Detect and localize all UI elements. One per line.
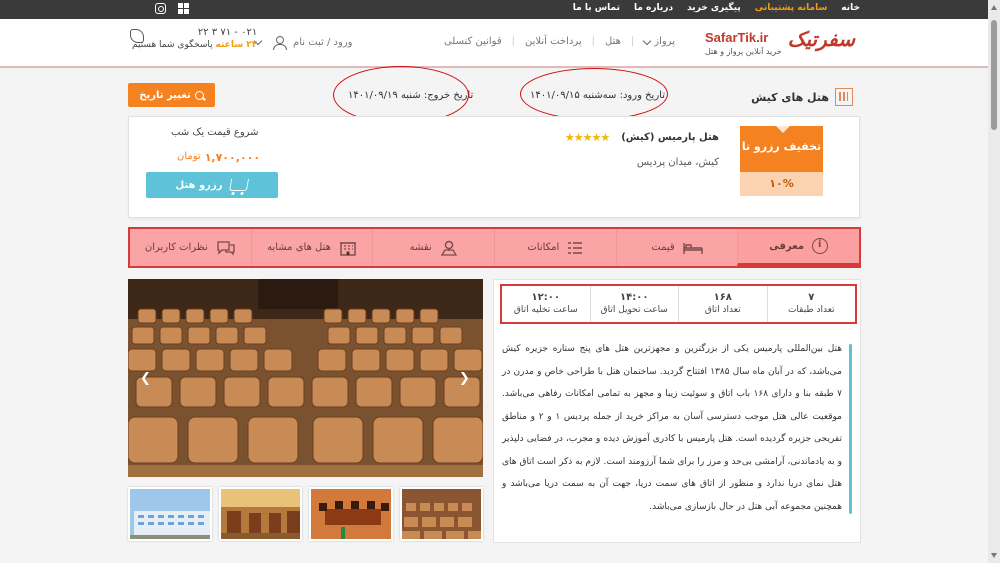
conference-hall-photo xyxy=(128,279,483,477)
logo-tagline: خرید آنلاین پرواز و هتل xyxy=(705,47,782,56)
tab-map[interactable]: نقشه xyxy=(372,229,494,266)
phone-icon xyxy=(130,29,144,43)
building-icon xyxy=(339,241,356,256)
hotel-details: ۷ تعداد طبقات ۱۶۸ تعداد اتاق ۱۴:۰۰ ساعت تحو… xyxy=(493,279,861,543)
hotel-name[interactable]: هتل پارمیس (کیش) xyxy=(621,132,719,143)
thumbnail-meeting-room[interactable] xyxy=(309,487,393,541)
info-icon xyxy=(812,238,829,254)
nav-hotel[interactable]: هتل xyxy=(605,36,621,47)
bed-icon xyxy=(683,242,703,254)
change-date-button[interactable]: تغییر تاریخ xyxy=(128,83,215,107)
main-nav: پرواز | هتل | پرداخت آنلاین | قوانین کنس… xyxy=(443,36,675,47)
map-icon xyxy=(440,240,457,256)
top-link-about[interactable]: درباره ما xyxy=(634,3,673,13)
tab-facilities[interactable]: امکانات xyxy=(493,229,616,266)
fact-floors: ۷ تعداد طبقات xyxy=(766,286,856,322)
chevron-down-icon xyxy=(643,36,652,46)
gallery-next-icon[interactable]: ❯ xyxy=(459,371,471,386)
fact-checkin-time: ۱۴:۰۰ ساعت تحویل اتاق xyxy=(589,286,679,322)
description-accent-bar xyxy=(849,344,852,514)
price-label: شروع قیمت یک شب xyxy=(171,127,259,138)
scroll-up-icon[interactable] xyxy=(991,5,997,10)
chat-icon xyxy=(217,240,235,256)
support-phone: ۰۲۱ - ۷۱ ۳ ۲۲ ۲۴ ساعته پاسخگوی شما هستیم xyxy=(130,27,258,50)
hotels-title: هتل های کیش xyxy=(751,90,829,104)
top-link-contact[interactable]: تماس با ما xyxy=(573,3,620,13)
user-icon[interactable] xyxy=(273,36,287,50)
reserve-hotel-button[interactable]: رزرو هتل xyxy=(146,172,278,198)
hotels-heading: هتل های کیش xyxy=(751,88,853,106)
top-links: خانه سامانه پشتیبانی پیگیری خرید درباره … xyxy=(573,3,860,13)
thumbnail-strip xyxy=(128,487,483,543)
login-area[interactable]: ورود / ثبت نام xyxy=(253,36,353,50)
top-link-track-purchase[interactable]: پیگیری خرید xyxy=(687,3,741,13)
tab-similar-hotels[interactable]: هتل های مشابه xyxy=(250,229,373,266)
phone-number[interactable]: ۰۲۱ - ۷۱ ۳ ۲۲ xyxy=(132,27,257,38)
cart-icon xyxy=(229,179,250,191)
top-link-support[interactable]: سامانه پشتیبانی xyxy=(755,3,828,13)
discount-badge: تخفیف رزرو تا ۱۰% xyxy=(740,126,823,196)
fact-checkout-time: ۱۲:۰۰ ساعت تخلیه اتاق xyxy=(513,292,578,315)
search-icon xyxy=(194,90,204,100)
tab-user-reviews[interactable]: نظرات کاربران xyxy=(130,229,251,266)
gallery-prev-icon[interactable]: ❮ xyxy=(140,371,152,386)
header: سفرتیک SafarTik.ir خرید آنلاین پرواز و ه… xyxy=(0,19,988,68)
page-scrollbar[interactable] xyxy=(988,0,1000,563)
nav-cancellation-rules[interactable]: قوانین کنسلی xyxy=(444,36,502,47)
logo-brand: SafarTik.ir xyxy=(705,30,769,45)
tab-intro[interactable]: معرفی xyxy=(737,229,859,266)
price: ۱,۷۰۰,۰۰۰ تومان xyxy=(177,151,260,164)
list-icon xyxy=(568,241,583,254)
nav-online-payment[interactable]: پرداخت آنلاین xyxy=(525,36,582,47)
windows-icon[interactable] xyxy=(178,3,189,14)
nav-flight[interactable]: پرواز xyxy=(643,36,675,47)
building-icon xyxy=(835,88,853,106)
scrollbar-thumb[interactable] xyxy=(991,20,997,130)
top-link-home[interactable]: خانه xyxy=(841,3,860,13)
thumbnail-exterior[interactable] xyxy=(128,487,212,541)
tab-price[interactable]: قیمت xyxy=(615,229,738,266)
price-value: ۱,۷۰۰,۰۰۰ xyxy=(204,151,261,164)
scroll-down-icon[interactable] xyxy=(991,553,997,558)
hotel-address: کیش، میدان پردیس xyxy=(636,157,719,168)
star-rating: ★★★★★ xyxy=(564,131,610,144)
hotel-tabs: معرفی قیمت امکانات نقشه هتل های مشابه نظ… xyxy=(128,227,861,268)
checkin-highlight xyxy=(520,68,668,120)
thumbnail-restaurant[interactable] xyxy=(218,487,302,541)
top-bar: خانه سامانه پشتیبانی پیگیری خرید درباره … xyxy=(0,0,988,19)
fact-rooms: ۱۶۸ تعداد اتاق xyxy=(678,286,767,322)
hotel-name-row: هتل پارمیس (کیش) ★★★★★ xyxy=(565,131,719,144)
price-unit: تومان xyxy=(177,151,201,162)
instagram-icon[interactable] xyxy=(155,3,166,14)
hotel-card: تخفیف رزرو تا ۱۰% هتل پارمیس (کیش) ★★★★★… xyxy=(128,116,860,218)
discount-percent: ۱۰% xyxy=(740,172,823,196)
main-photo[interactable]: ❮ ❯ xyxy=(128,279,483,477)
login-label[interactable]: ورود / ثبت نام xyxy=(293,37,353,48)
hotel-description: هتل بین‌المللی پارمیس یکی از بزرگترین و … xyxy=(502,344,843,512)
thumbnail-conference-hall[interactable] xyxy=(399,487,483,541)
logo[interactable]: سفرتیک SafarTik.ir خرید آنلاین پرواز و ه… xyxy=(705,25,855,61)
discount-title: تخفیف رزرو تا xyxy=(741,140,822,153)
social-links xyxy=(155,3,189,14)
hotel-facts: ۷ تعداد طبقات ۱۶۸ تعداد اتاق ۱۴:۰۰ ساعت تحو… xyxy=(500,284,857,324)
support-hours: ۲۴ ساعته پاسخگوی شما هستیم xyxy=(132,40,258,50)
